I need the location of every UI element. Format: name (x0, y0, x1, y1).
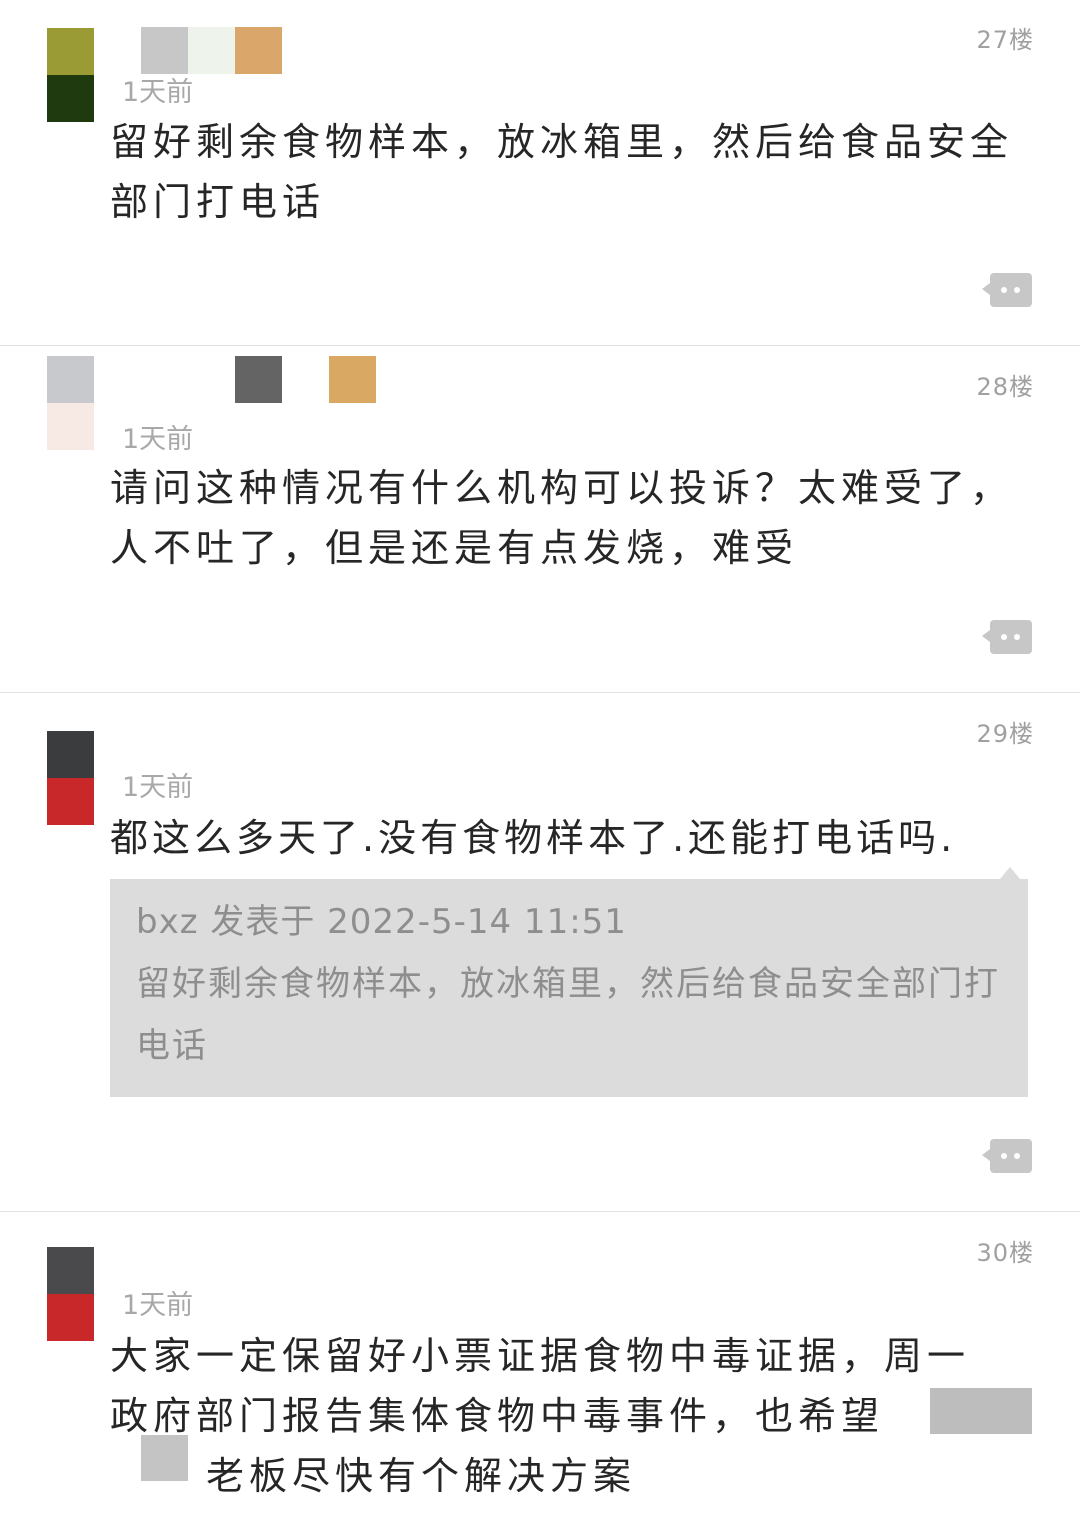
avatar[interactable] (47, 731, 94, 825)
divider (0, 692, 1080, 693)
avatar[interactable] (47, 1247, 94, 1341)
post-content-line: 大家一定保留好小票证据食物中毒证据，周一 (110, 1334, 971, 1378)
redaction-mosaic (930, 1388, 1032, 1434)
floor-number: 29楼 (976, 720, 1034, 748)
post-content-line: 政府部门报告集体食物中毒事件，也希望 (110, 1394, 885, 1438)
username-mosaic (235, 356, 282, 403)
username-mosaic (235, 27, 282, 74)
more-dots-icon[interactable] (982, 1139, 1032, 1173)
post-time: 1天前 (122, 77, 194, 108)
quoted-reply: bxz 发表于 2022-5-14 11:51 留好剩余食物样本，放冰箱里，然后… (110, 867, 1028, 1097)
quote-header: bxz 发表于 2022-5-14 11:51 (136, 902, 627, 942)
more-dots-icon[interactable] (982, 620, 1032, 654)
redaction-mosaic (141, 1435, 188, 1481)
quote-body: 留好剩余食物样本，放冰箱里，然后给食品安全部门打电话 (136, 964, 1000, 1066)
username-mosaic (188, 27, 235, 74)
username-mosaic (329, 356, 376, 403)
avatar[interactable] (47, 28, 94, 122)
floor-number: 27楼 (976, 26, 1034, 54)
divider (0, 345, 1080, 346)
username-mosaic (141, 27, 188, 74)
divider (0, 1211, 1080, 1212)
post-content: 都这么多天了.没有食物样本了.还能打电话吗. (110, 816, 957, 860)
more-dots-icon[interactable] (982, 273, 1032, 307)
avatar[interactable] (47, 356, 94, 450)
floor-number: 30楼 (976, 1239, 1034, 1267)
post-content: 请问这种情况有什么机构可以投诉？太难受了，人不吐了，但是还是有点发烧，难受 (110, 466, 1014, 570)
post-time: 1天前 (122, 1290, 194, 1321)
post-time: 1天前 (122, 424, 194, 455)
floor-number: 28楼 (976, 373, 1034, 401)
post-content-line: 老板尽快有个解决方案 (206, 1454, 637, 1498)
post-content: 留好剩余食物样本，放冰箱里，然后给食品安全部门打电话 (110, 120, 1014, 224)
post-time: 1天前 (122, 772, 194, 803)
